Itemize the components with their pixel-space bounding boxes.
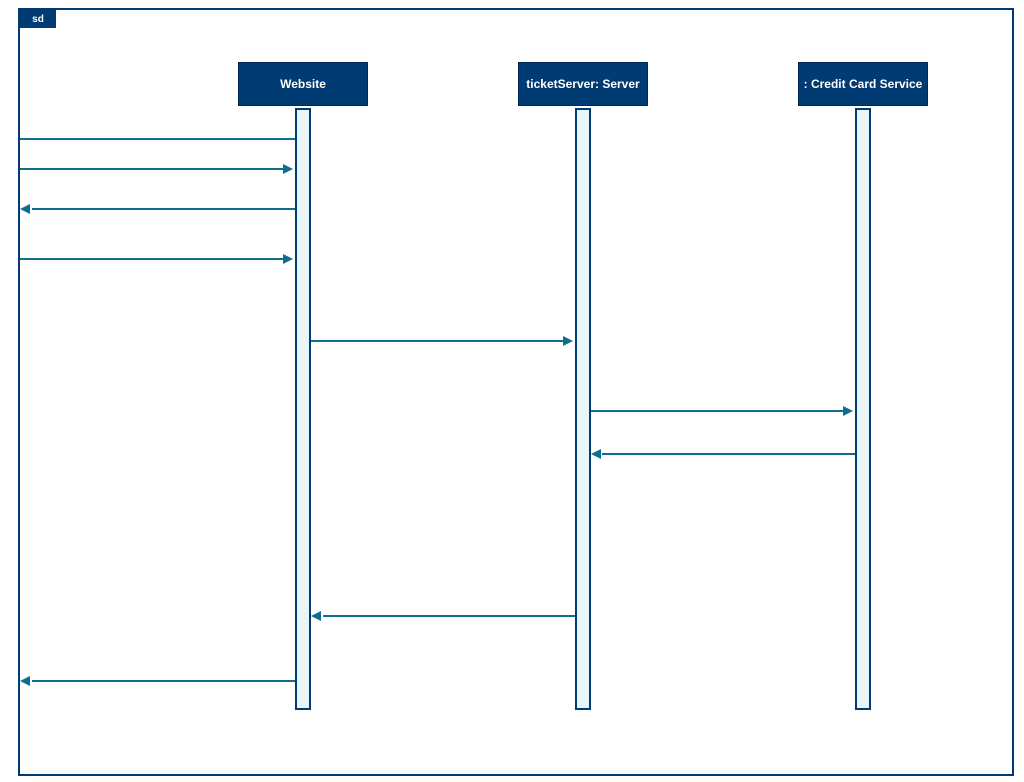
message-arrow-1 xyxy=(20,138,295,140)
arrowhead-icon xyxy=(20,676,30,686)
message-arrow-credit-return xyxy=(602,453,855,455)
arrowhead-icon xyxy=(311,611,321,621)
message-arrow-final-return xyxy=(32,680,295,682)
arrowhead-icon xyxy=(843,406,853,416)
activation-bar-website xyxy=(295,108,311,710)
arrowhead-icon xyxy=(20,204,30,214)
message-arrow-server-return xyxy=(323,615,575,617)
sequence-diagram-frame: sd Website ticketServer: Server : Credit… xyxy=(18,8,1014,776)
frame-label: sd xyxy=(20,10,56,28)
activation-bar-server xyxy=(575,108,591,710)
lifeline-head-website: Website xyxy=(238,62,368,106)
message-arrow-3-return xyxy=(32,208,295,210)
arrowhead-icon xyxy=(283,164,293,174)
message-arrow-4 xyxy=(20,258,285,260)
message-arrow-server-to-credit xyxy=(591,410,845,412)
activation-bar-credit-card-service xyxy=(855,108,871,710)
arrowhead-icon xyxy=(283,254,293,264)
message-arrow-website-to-server xyxy=(311,340,565,342)
message-arrow-2 xyxy=(20,168,285,170)
lifeline-head-server: ticketServer: Server xyxy=(518,62,648,106)
arrowhead-icon xyxy=(563,336,573,346)
arrowhead-icon xyxy=(591,449,601,459)
lifeline-head-credit-card-service: : Credit Card Service xyxy=(798,62,928,106)
